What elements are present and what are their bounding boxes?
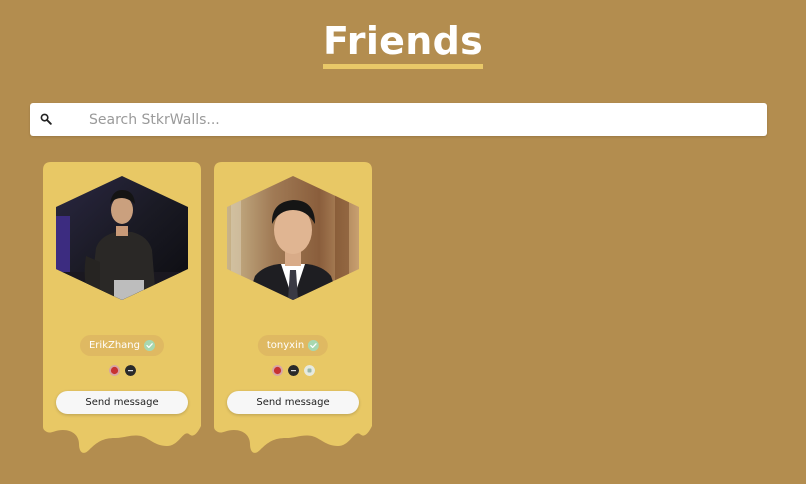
username: tonyxin [266, 340, 305, 351]
dark-badge-icon[interactable] [287, 365, 299, 376]
search-bar[interactable] [30, 103, 767, 136]
username: ErikZhang [88, 340, 141, 351]
verified-icon [144, 340, 156, 351]
sticker-badges [214, 365, 372, 376]
dark-badge-icon[interactable] [124, 365, 136, 376]
username-pill: tonyxin [257, 335, 329, 356]
red-badge-icon[interactable] [271, 365, 283, 376]
page-header: Friends [0, 18, 806, 69]
light-badge-icon[interactable] [303, 365, 315, 376]
avatar [227, 176, 359, 300]
red-badge-icon[interactable] [108, 365, 120, 376]
verified-icon [308, 340, 320, 351]
send-message-button[interactable]: Send message [227, 391, 359, 414]
friend-card: ErikZhang Send message [43, 162, 201, 454]
avatar [56, 176, 188, 300]
send-message-button[interactable]: Send message [56, 391, 188, 414]
search-icon [40, 113, 52, 125]
username-pill: ErikZhang [79, 335, 165, 356]
page-title: Friends [322, 18, 484, 69]
friend-card: tonyxin Send message [214, 162, 372, 454]
sticker-badges [43, 365, 201, 376]
search-input[interactable] [89, 103, 749, 136]
